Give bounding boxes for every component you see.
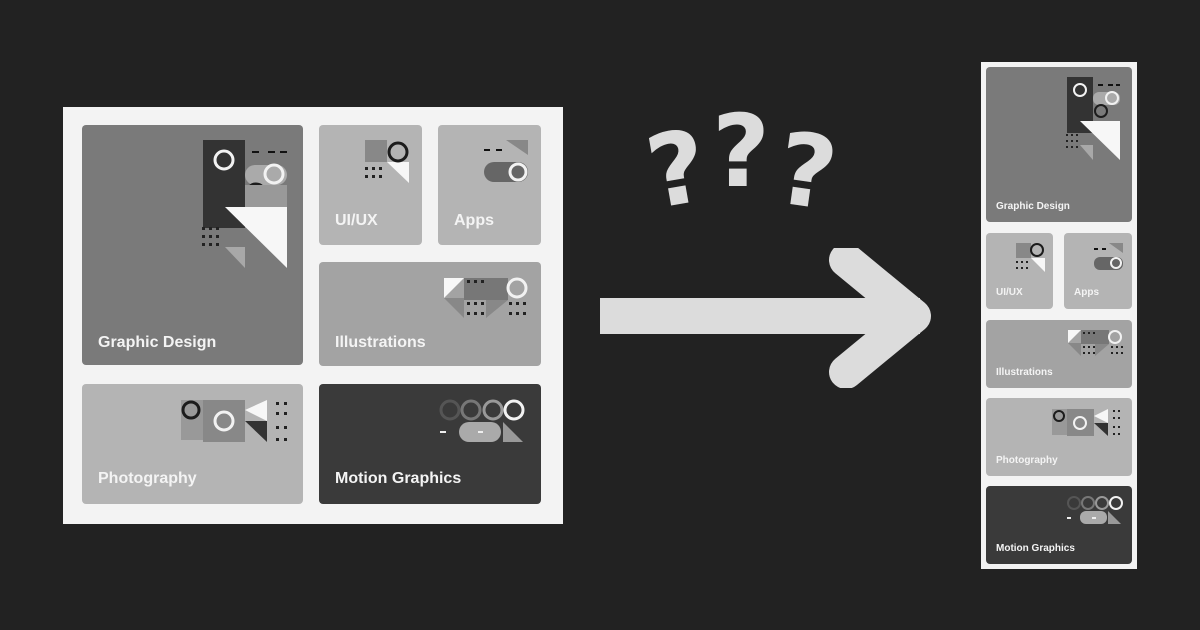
card-label: Apps <box>454 212 494 229</box>
card-graphic-design[interactable]: Graphic Design <box>82 125 303 365</box>
card-uiux[interactable]: UI/UX <box>319 125 422 245</box>
card-label: Photography <box>996 455 1058 466</box>
card-label: Graphic Design <box>996 201 1070 212</box>
graphic-design-icon <box>1066 77 1120 160</box>
card-uiux[interactable]: UI/UX <box>986 233 1053 309</box>
right-stack-panel: Graphic Design UI/UX Apps Illustrations … <box>981 62 1137 569</box>
card-motion-graphics[interactable]: Motion Graphics <box>319 384 541 504</box>
card-photography[interactable]: Photography <box>82 384 303 504</box>
card-label: Apps <box>1074 287 1099 298</box>
card-photography[interactable]: Photography <box>986 398 1132 476</box>
card-graphic-design[interactable]: Graphic Design <box>986 67 1132 222</box>
card-label: Photography <box>98 470 197 487</box>
question-mark-3: ? <box>770 109 844 234</box>
card-label: UI/UX <box>335 212 378 229</box>
left-grid-panel: Graphic Design UI/UX Apps Illustrations … <box>63 107 563 524</box>
card-label: Graphic Design <box>98 334 217 351</box>
card-illustrations[interactable]: Illustrations <box>319 262 541 366</box>
question-mark-1: ? <box>638 106 716 233</box>
card-apps[interactable]: Apps <box>1064 233 1132 309</box>
card-label: Illustrations <box>996 367 1053 378</box>
question-mark-2: ? <box>712 93 771 210</box>
right-arrow-icon <box>596 243 946 393</box>
card-label: Illustrations <box>335 334 426 351</box>
card-label: UI/UX <box>996 287 1023 298</box>
card-illustrations[interactable]: Illustrations <box>986 320 1132 388</box>
graphic-design-icon <box>202 140 287 268</box>
card-apps[interactable]: Apps <box>438 125 541 245</box>
card-motion-graphics[interactable]: Motion Graphics <box>986 486 1132 564</box>
card-label: Motion Graphics <box>335 470 462 487</box>
card-label: Motion Graphics <box>996 543 1075 554</box>
